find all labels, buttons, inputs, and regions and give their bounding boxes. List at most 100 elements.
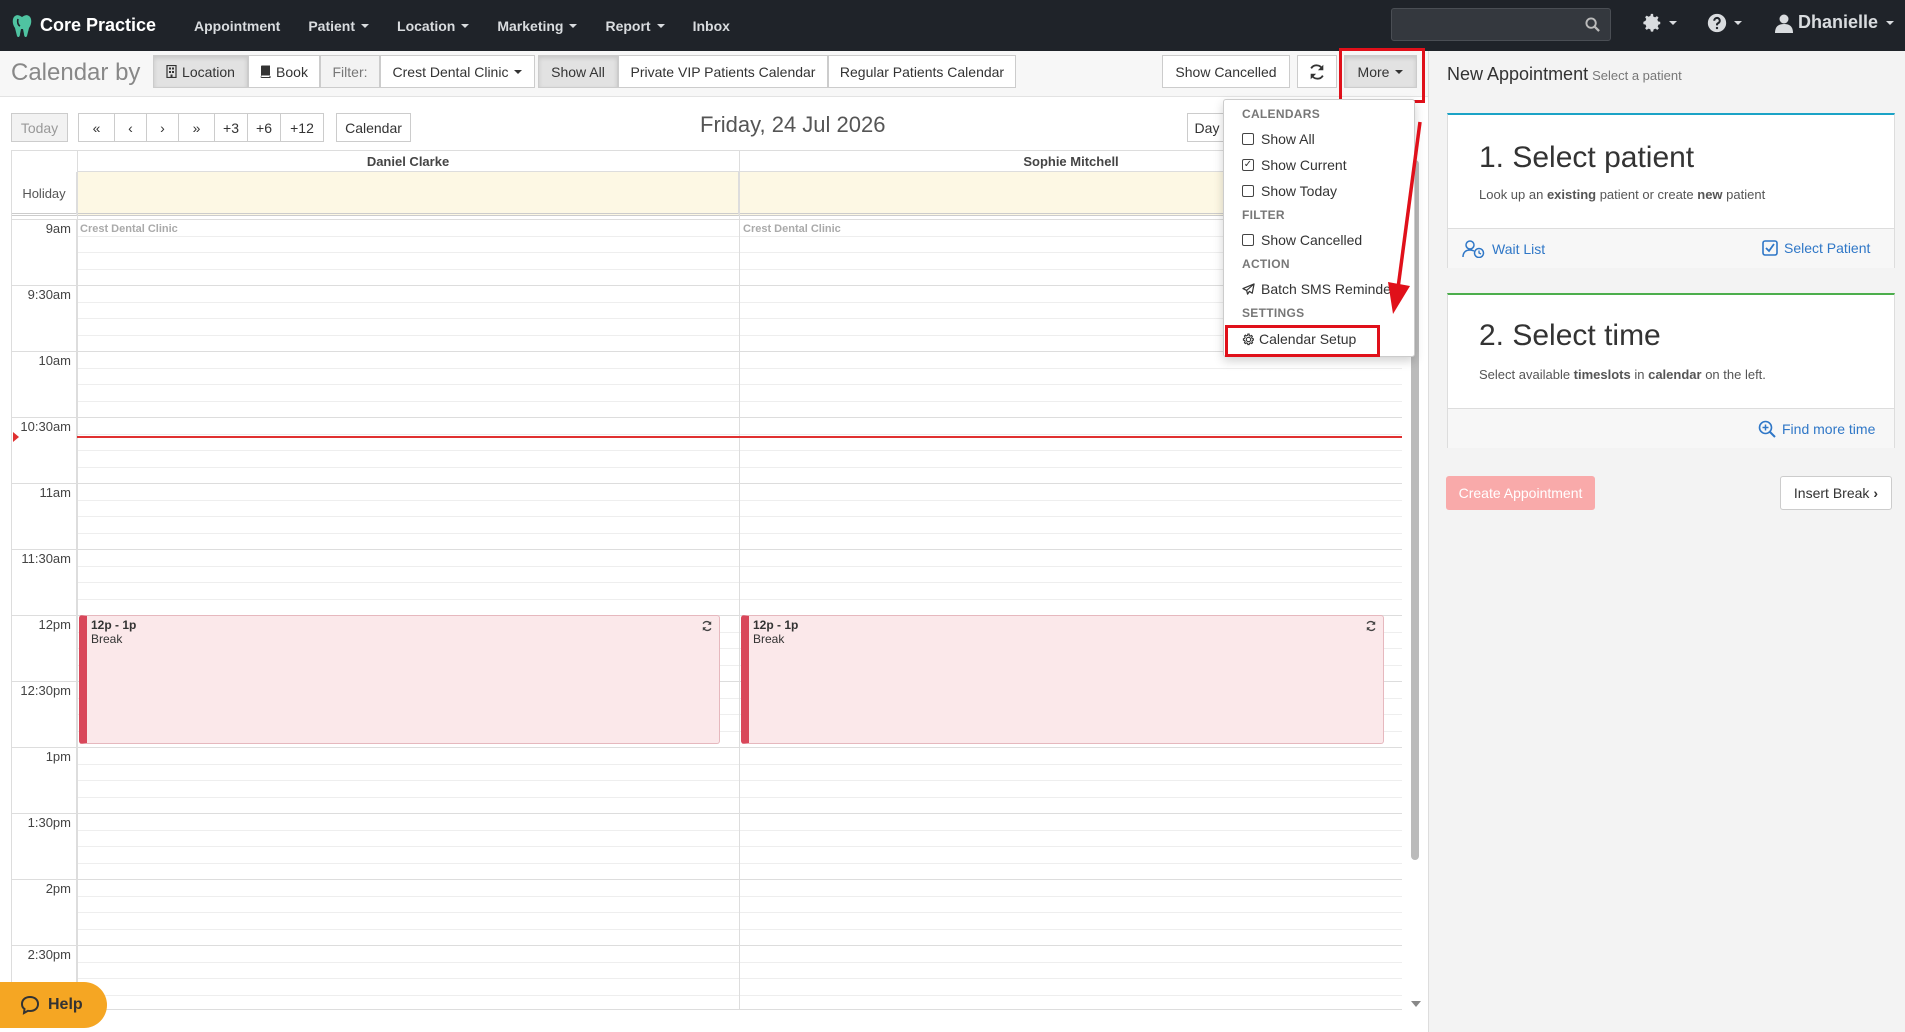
half-hour-gridline bbox=[12, 219, 1402, 220]
help-label: Help bbox=[48, 996, 83, 1013]
button-label: Crest Dental Clinic bbox=[392, 63, 509, 80]
half-hour-gridline bbox=[12, 879, 1402, 880]
holiday-cell[interactable] bbox=[77, 172, 739, 216]
gear-icon bbox=[1242, 333, 1254, 345]
column-divider bbox=[739, 151, 740, 1009]
nav-inbox[interactable]: Inbox bbox=[693, 18, 730, 34]
button-label: Location bbox=[182, 63, 235, 80]
menu-item-calendar-setup[interactable]: Calendar Setup bbox=[1242, 331, 1356, 347]
nav-marketing[interactable]: Marketing bbox=[497, 17, 578, 34]
last-page-button[interactable]: » bbox=[178, 113, 215, 142]
column-header-daniel-clarke: Daniel Clarke bbox=[77, 151, 739, 172]
plus-3-button[interactable]: +3 bbox=[214, 113, 248, 142]
gear-icon bbox=[1643, 13, 1661, 32]
new-appointment-panel: New Appointment Select a patient 1. Selec… bbox=[1428, 51, 1905, 1032]
time-label: 11am bbox=[39, 485, 71, 500]
calendar-picker-button[interactable]: Calendar bbox=[336, 113, 411, 142]
plus-6-button[interactable]: +6 bbox=[247, 113, 281, 142]
link-label: Wait List bbox=[1492, 241, 1546, 257]
menu-item-batch-sms[interactable]: Batch SMS Reminder bbox=[1242, 281, 1396, 297]
menu-header-action: ACTION bbox=[1242, 257, 1290, 271]
nav-appointment[interactable]: Appointment bbox=[194, 18, 280, 34]
regular-calendar-button[interactable]: Regular Patients Calendar bbox=[828, 55, 1016, 88]
prev-button[interactable]: ‹ bbox=[114, 113, 147, 142]
time-label: 1pm bbox=[45, 749, 71, 764]
next-button[interactable]: › bbox=[146, 113, 179, 142]
menu-item-show-current[interactable]: ✓ Show Current bbox=[1242, 157, 1347, 173]
nav-label: Marketing bbox=[497, 17, 564, 34]
caret-down-icon bbox=[1395, 69, 1404, 74]
menu-header-calendars: CALENDARS bbox=[1242, 107, 1321, 121]
menu-header-filter: FILTER bbox=[1242, 208, 1285, 222]
current-time-line bbox=[77, 436, 1402, 438]
show-cancelled-button[interactable]: Show Cancelled bbox=[1162, 55, 1290, 88]
brand-name: Core Practice bbox=[40, 15, 157, 35]
user-clock-icon bbox=[1462, 240, 1486, 258]
caret-down-icon bbox=[514, 69, 523, 74]
half-hour-gridline bbox=[12, 747, 1402, 748]
menu-item-label: Show Cancelled bbox=[1261, 232, 1363, 248]
select-patient-link[interactable]: Select Patient bbox=[1762, 240, 1870, 256]
desc-text: Look up an bbox=[1479, 187, 1547, 202]
check-square-icon bbox=[1762, 240, 1778, 256]
time-label: 1:30pm bbox=[27, 815, 71, 830]
link-label: Find more time bbox=[1782, 421, 1876, 437]
vip-calendar-button[interactable]: Private VIP Patients Calendar bbox=[618, 55, 828, 88]
find-more-time-link[interactable]: Find more time bbox=[1758, 420, 1875, 438]
time-label: 11:30am bbox=[21, 551, 71, 566]
break-event[interactable]: 12p - 1p Break bbox=[79, 615, 720, 744]
time-label: 9:30am bbox=[27, 287, 71, 302]
checkbox-unchecked-icon bbox=[1242, 133, 1254, 145]
location-view-button[interactable]: Location bbox=[153, 55, 248, 88]
day-view-button[interactable]: Day bbox=[1187, 113, 1227, 142]
panel-subtitle: Select a patient bbox=[1592, 68, 1682, 83]
nav-location[interactable]: Location bbox=[397, 18, 470, 34]
recurring-icon bbox=[1366, 620, 1376, 632]
insert-break-button[interactable]: Insert Break › bbox=[1780, 476, 1892, 510]
search-input[interactable] bbox=[1391, 8, 1611, 41]
wait-list-link[interactable]: Wait List bbox=[1462, 240, 1545, 258]
filter-label: Filter: bbox=[320, 55, 380, 88]
today-button[interactable]: Today bbox=[11, 113, 68, 142]
desc-text-bold: new bbox=[1697, 187, 1723, 202]
menu-item-show-cancelled[interactable]: Show Cancelled bbox=[1242, 232, 1362, 248]
half-hour-gridline bbox=[12, 483, 1402, 484]
show-all-button[interactable]: Show All bbox=[538, 55, 618, 88]
step1-footer: Wait List Select Patient bbox=[1448, 228, 1894, 268]
more-dropdown-button[interactable]: More bbox=[1344, 55, 1417, 88]
nav-report[interactable]: Report bbox=[605, 17, 665, 34]
chevron-right-icon: › bbox=[1873, 485, 1879, 501]
nav-label: Appointment bbox=[194, 17, 281, 34]
step2-footer: Find more time bbox=[1448, 408, 1894, 448]
search-icon[interactable] bbox=[1585, 17, 1600, 32]
time-label: 9am bbox=[45, 221, 71, 236]
nav-label: Report bbox=[605, 17, 651, 34]
current-date-title: Friday, 24 Jul 2026 bbox=[700, 112, 886, 137]
menu-item-show-today[interactable]: Show Today bbox=[1242, 183, 1337, 199]
break-event[interactable]: 12p - 1p Break bbox=[741, 615, 1384, 744]
clinic-filter-dropdown[interactable]: Crest Dental Clinic bbox=[380, 55, 535, 88]
menu-item-show-all[interactable]: Show All bbox=[1242, 131, 1315, 147]
half-hour-gridline bbox=[12, 813, 1402, 814]
refresh-button[interactable] bbox=[1297, 55, 1337, 88]
plus-12-button[interactable]: +12 bbox=[280, 113, 324, 142]
half-hour-gridline bbox=[12, 549, 1402, 550]
create-appointment-button[interactable]: Create Appointment bbox=[1446, 476, 1595, 510]
user-menu[interactable]: Dhanielle bbox=[1774, 12, 1895, 33]
book-view-button[interactable]: Book bbox=[248, 55, 320, 88]
event-time: 12p - 1p bbox=[753, 618, 799, 632]
first-page-button[interactable]: « bbox=[78, 113, 115, 142]
brand[interactable]: Core Practice bbox=[12, 14, 180, 38]
caret-down-icon bbox=[1734, 21, 1742, 25]
help-menu[interactable] bbox=[1706, 12, 1742, 34]
nav-patient[interactable]: Patient bbox=[308, 18, 370, 34]
column-location-label: Crest Dental Clinic bbox=[80, 223, 178, 235]
paper-plane-icon bbox=[1242, 282, 1255, 295]
time-label: 10:30am bbox=[20, 419, 71, 434]
scroll-down-icon[interactable] bbox=[1411, 1001, 1421, 1007]
help-button[interactable]: Help bbox=[0, 982, 107, 1028]
settings-menu[interactable] bbox=[1641, 12, 1677, 34]
menu-item-label: Show Current bbox=[1261, 157, 1347, 173]
calendar-toolbar: Calendar by Location Book Filter: Crest … bbox=[0, 51, 1428, 97]
step1-title: 1. Select patient bbox=[1479, 141, 1695, 174]
